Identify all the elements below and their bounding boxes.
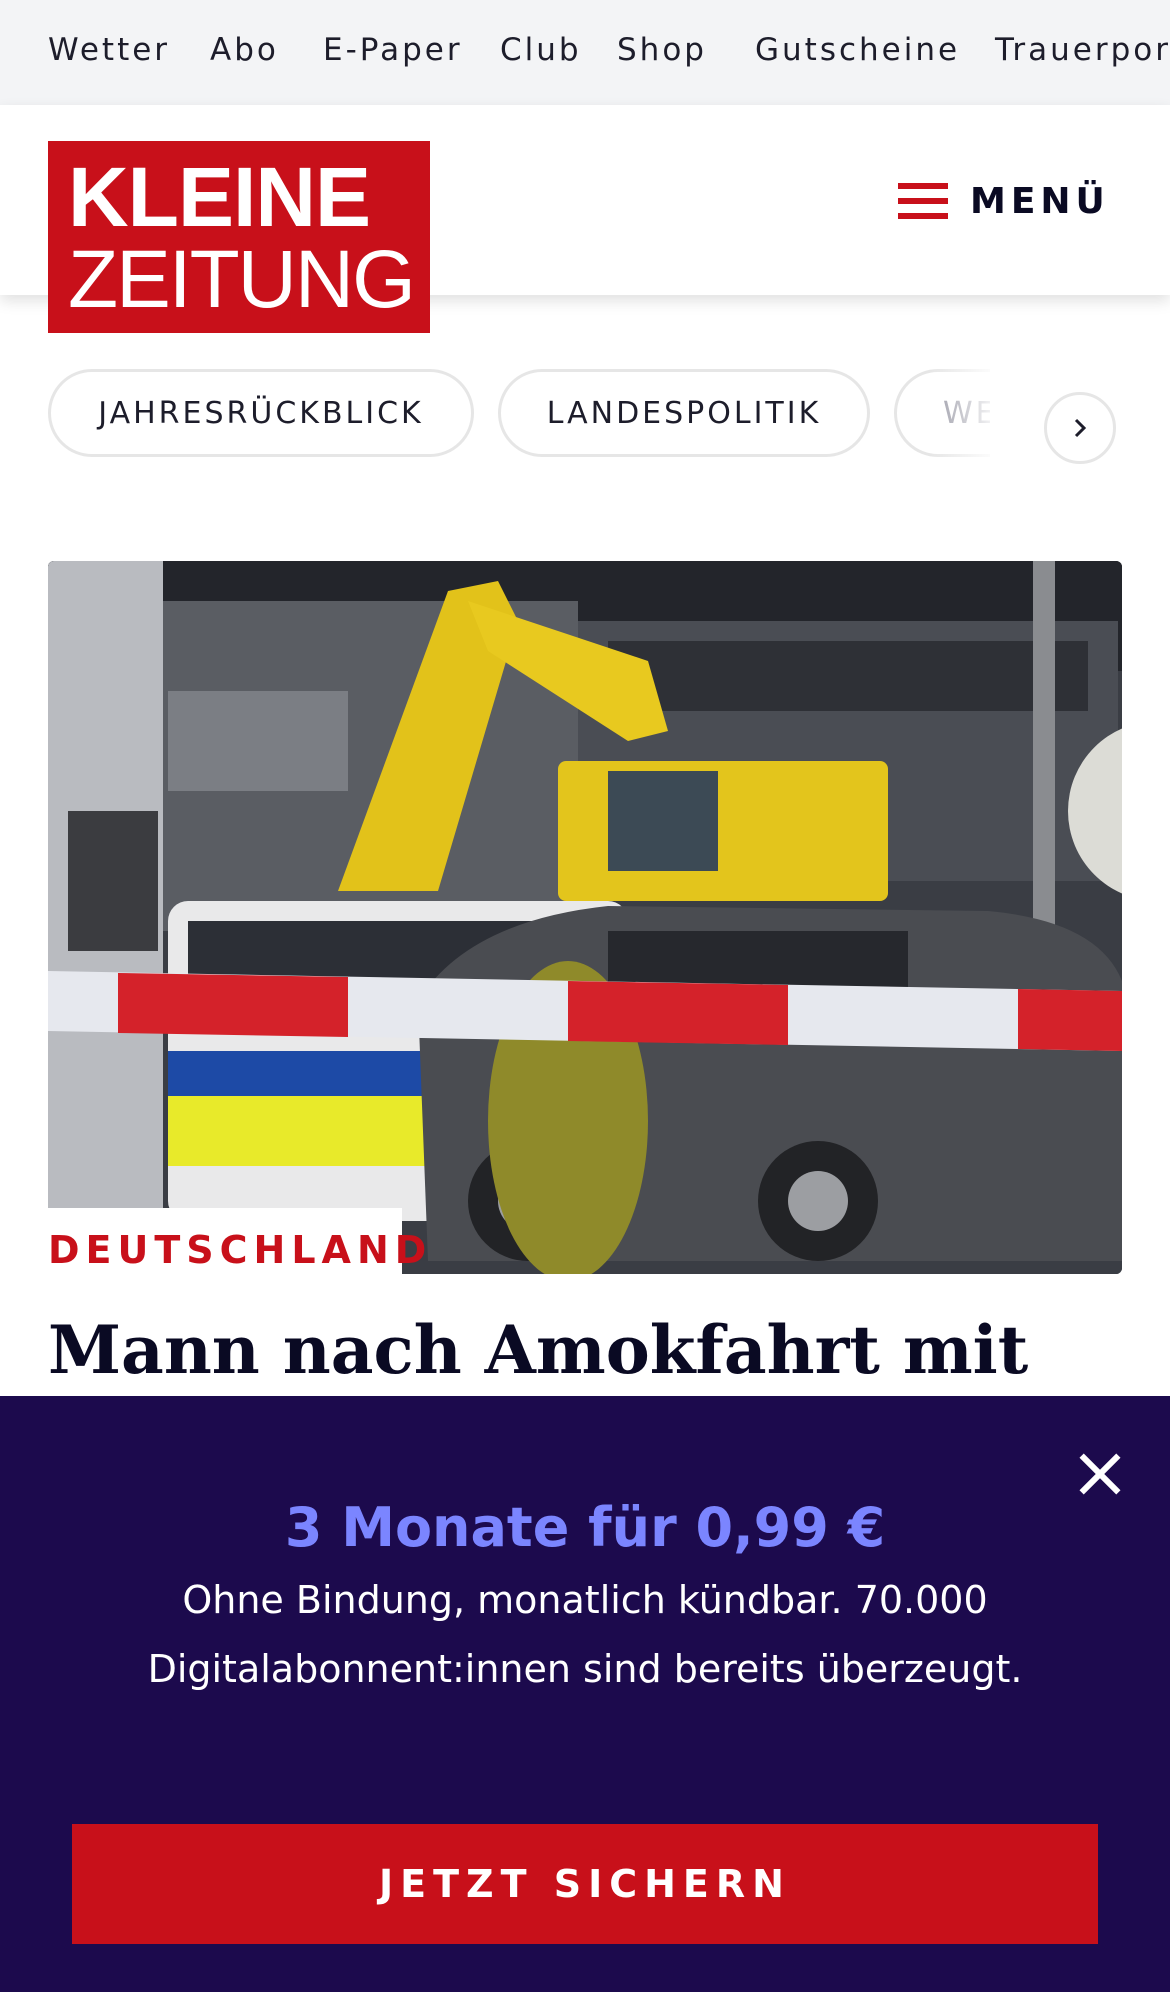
- subscription-banner: 3 Monate für 0,99 € Ohne Bindung, monatl…: [0, 1396, 1170, 1992]
- teaser-image[interactable]: [48, 561, 1122, 1274]
- topnav-trauerportal[interactable]: Trauerportal: [995, 32, 1170, 68]
- topnav-gutscheine[interactable]: Gutscheine: [755, 32, 960, 68]
- topnav-club[interactable]: Club: [500, 32, 582, 68]
- tags-next-button[interactable]: [1044, 392, 1116, 464]
- hamburger-icon: [898, 183, 948, 219]
- logo-line-2: ZEITUNG: [68, 234, 416, 325]
- tag-landespolitik[interactable]: LANDESPOLITIK: [498, 369, 870, 457]
- close-icon[interactable]: [1072, 1446, 1128, 1502]
- topnav-wetter[interactable]: Wetter: [48, 32, 170, 68]
- tag-jahresrueckblick[interactable]: JAHRESRÜCKBLICK: [48, 369, 474, 457]
- offer-headline: 3 Monate für 0,99 €: [284, 1496, 886, 1559]
- top-utility-nav: Wetter Abo E-Paper Club Shop Gutscheine …: [0, 0, 1170, 105]
- article-kicker[interactable]: DEUTSCHLAND: [48, 1228, 432, 1272]
- topnav-epaper[interactable]: E-Paper: [323, 32, 463, 68]
- subscribe-cta-button[interactable]: JETZT SICHERN: [72, 1824, 1098, 1944]
- chevron-right-icon: [1074, 418, 1087, 438]
- menu-button[interactable]: MENÜ: [898, 171, 1110, 231]
- topic-tags: JAHRESRÜCKBLICK LANDESPOLITIK WE: [0, 366, 1170, 466]
- offer-subtitle: Ohne Bindung, monatlich kündbar. 70.000 …: [147, 1578, 1023, 1691]
- topnav-shop[interactable]: Shop: [617, 32, 707, 68]
- site-logo[interactable]: KLEINE ZEITUNG: [48, 141, 430, 333]
- topnav-abo[interactable]: Abo: [210, 32, 279, 68]
- logo-line-1: KLEINE: [68, 150, 371, 244]
- article-headline[interactable]: Mann nach Amokfahrt mit: [48, 1310, 1128, 1390]
- menu-label: MENÜ: [970, 180, 1110, 222]
